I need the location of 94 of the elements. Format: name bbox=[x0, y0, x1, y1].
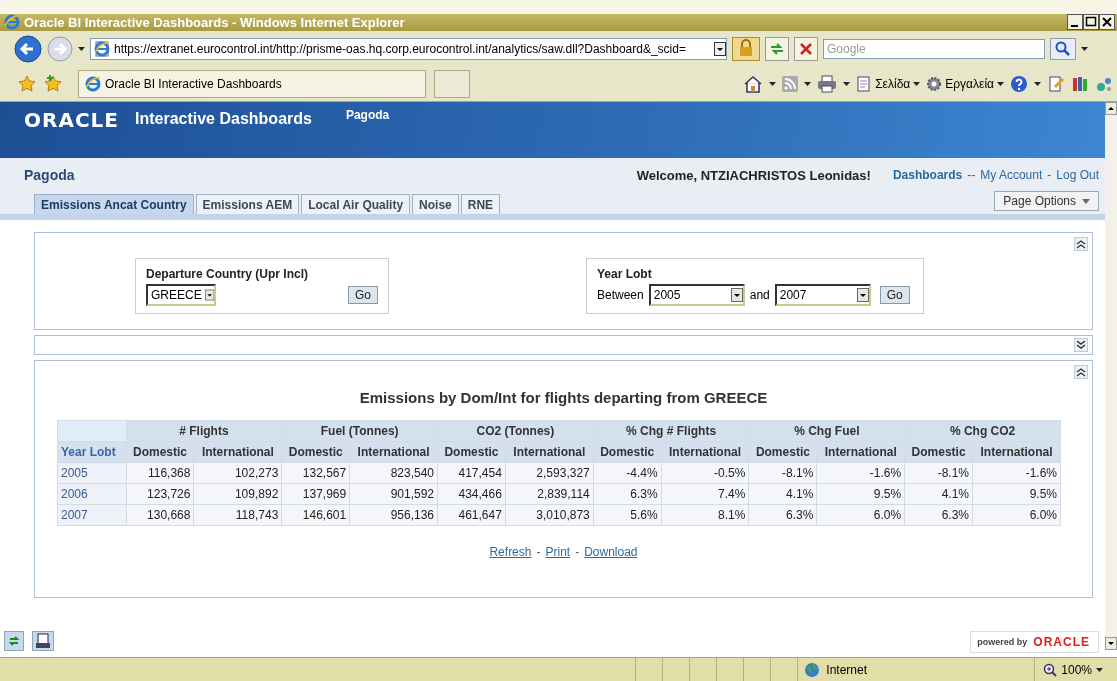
caret-icon bbox=[1096, 667, 1103, 672]
caret-icon bbox=[204, 288, 214, 302]
header-link[interactable]: Log Out bbox=[1056, 168, 1099, 182]
zone-text: Internet bbox=[826, 662, 867, 677]
back-button[interactable] bbox=[14, 35, 42, 63]
lock-icon[interactable] bbox=[732, 37, 760, 61]
column-group-header: % Chg CO2 bbox=[904, 420, 1061, 442]
report-title: Emissions by Dom/Int for flights departing from GREECE bbox=[359, 389, 768, 406]
prompt-label: Departure Country (Upr Incl) bbox=[146, 267, 309, 281]
dashboard-tab[interactable]: RNE bbox=[460, 194, 501, 214]
window-title: Oracle BI Interactive Dashboards - Windows Internet Explorer bbox=[24, 14, 406, 30]
caret-icon[interactable] bbox=[1081, 47, 1088, 51]
page-options-button[interactable]: Page Options bbox=[994, 191, 1099, 211]
pencil-page-icon[interactable] bbox=[1047, 75, 1065, 93]
star-plus-icon[interactable] bbox=[44, 75, 62, 93]
caret-icon bbox=[997, 82, 1004, 86]
link-separator: - bbox=[1047, 168, 1052, 182]
minimize-button[interactable] bbox=[1067, 14, 1083, 31]
page-menu[interactable]: Σελίδα bbox=[856, 76, 921, 92]
maximize-button[interactable] bbox=[1083, 14, 1099, 31]
report-link[interactable]: Refresh bbox=[489, 545, 532, 559]
search-field[interactable]: Google bbox=[823, 39, 1045, 59]
browser-tab[interactable]: Oracle BI Interactive Dashboards bbox=[78, 70, 426, 98]
caret-icon[interactable] bbox=[804, 82, 812, 86]
star-icon[interactable] bbox=[18, 75, 36, 93]
column-group-header: Fuel (Tonnes) bbox=[281, 420, 438, 442]
caret-icon[interactable] bbox=[714, 42, 726, 56]
address-field[interactable]: https://extranet.eurocontrol.int/http://prisme-oas.hq.corp.eurocontrol.int/analytics/saw.dll?Dashboard&_scid= bbox=[90, 38, 727, 60]
column-group-header: # Flights bbox=[126, 420, 282, 442]
go-button[interactable]: Go bbox=[879, 286, 910, 304]
gear-icon bbox=[926, 76, 943, 92]
dashboard-tab[interactable]: Emissions Ancat Country bbox=[34, 194, 194, 214]
home-icon[interactable] bbox=[743, 75, 764, 93]
column-group-header: % Chg # Flights bbox=[593, 420, 749, 442]
caret-icon bbox=[856, 288, 869, 302]
zoom-icon bbox=[1043, 662, 1058, 677]
dashboard-tab[interactable]: Local Air Quality bbox=[301, 194, 411, 214]
dropdown-field[interactable]: 2005 bbox=[648, 284, 745, 306]
link-separator: -- bbox=[967, 168, 976, 182]
refresh-icon[interactable] bbox=[4, 631, 24, 651]
tools-menu[interactable]: Εργαλεία bbox=[926, 76, 1004, 92]
globe-icon bbox=[804, 661, 821, 678]
header-link[interactable]: My Account bbox=[980, 168, 1043, 182]
forward-button[interactable] bbox=[47, 36, 73, 62]
prompt-text: Between bbox=[597, 288, 644, 302]
column-group-header: % Chg Fuel bbox=[748, 420, 905, 442]
caret-icon bbox=[913, 82, 921, 86]
dropdown-field[interactable]: GREECE bbox=[146, 284, 216, 306]
close-button[interactable] bbox=[1099, 14, 1115, 31]
browser-logo-icon bbox=[85, 76, 101, 92]
oracle-logo: ORACLE bbox=[24, 108, 119, 132]
welcome-text: Welcome, NTZIACHRISTOS Leonidas! bbox=[636, 167, 871, 183]
column-group-header: CO2 (Tonnes) bbox=[437, 420, 594, 442]
report-link[interactable]: Print bbox=[545, 545, 571, 559]
go-button[interactable]: Go bbox=[348, 286, 378, 304]
link-separator: - bbox=[536, 545, 541, 559]
row-label: 2006 bbox=[57, 483, 127, 505]
search-icon[interactable] bbox=[1050, 38, 1076, 60]
caret-icon[interactable] bbox=[769, 82, 777, 86]
printer-icon[interactable] bbox=[32, 631, 54, 651]
product-name: Interactive Dashboards bbox=[134, 110, 312, 128]
help-icon[interactable] bbox=[1010, 75, 1028, 93]
link-separator: - bbox=[575, 545, 580, 559]
caret-icon bbox=[730, 288, 743, 302]
page-icon bbox=[94, 41, 110, 57]
document-icon bbox=[856, 76, 873, 92]
dashboard-link[interactable]: Pagoda bbox=[345, 108, 390, 122]
page-title: Pagoda bbox=[24, 167, 76, 183]
dashboard-tab[interactable]: Noise bbox=[412, 194, 459, 214]
prompt-text: and bbox=[749, 288, 770, 302]
row-header: Year Lobt bbox=[57, 441, 127, 463]
row-label: 2007 bbox=[57, 504, 127, 526]
row-label: 2005 bbox=[57, 462, 127, 484]
caret-icon[interactable] bbox=[1034, 82, 1041, 86]
header-cell bbox=[57, 420, 127, 442]
dropdown-field[interactable]: 2007 bbox=[774, 284, 871, 306]
stop-icon[interactable] bbox=[794, 37, 818, 61]
browser-logo-icon bbox=[4, 14, 20, 31]
prompt-label: Year Lobt bbox=[597, 267, 653, 281]
zoom-control[interactable]: 100% bbox=[1035, 658, 1117, 681]
caret-icon[interactable] bbox=[78, 47, 85, 51]
refresh-icon[interactable] bbox=[765, 37, 789, 61]
header-link[interactable]: Dashboards bbox=[892, 168, 963, 182]
caret-icon[interactable] bbox=[843, 82, 851, 86]
report-link[interactable]: Download bbox=[584, 545, 638, 559]
expand-icon[interactable] bbox=[1074, 338, 1088, 352]
collapse-icon[interactable] bbox=[1074, 237, 1088, 251]
caret-icon bbox=[1082, 198, 1090, 204]
dashboard-tab[interactable]: Emissions AEM bbox=[195, 194, 300, 214]
books-icon[interactable] bbox=[1071, 75, 1089, 93]
printer-icon[interactable] bbox=[817, 75, 838, 93]
collapse-icon[interactable] bbox=[1074, 365, 1088, 379]
vertical-scrollbar[interactable] bbox=[1105, 102, 1117, 650]
powered-by-badge: powered by ORACLE bbox=[970, 631, 1099, 653]
